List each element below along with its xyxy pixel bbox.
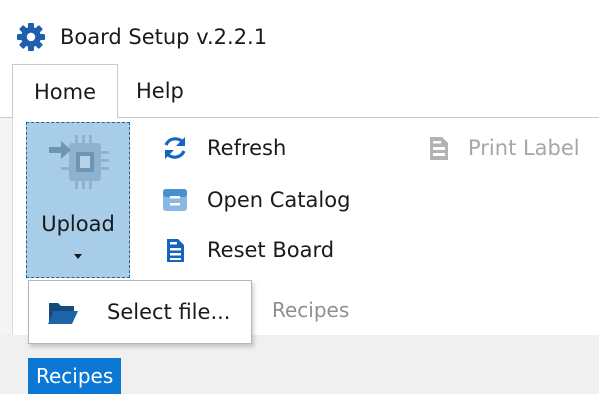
window-title: Board Setup v.2.2.1 [60,25,268,49]
select-file-label: Select file... [107,300,231,324]
print-label-label: Print Label [468,136,580,160]
reset-board-button[interactable]: Reset Board [161,232,361,268]
title-bar: Board Setup v.2.2.1 [0,0,599,68]
app-window: Board Setup v.2.2.1 Home Help Upload Ref… [0,0,599,394]
print-label-icon [430,137,448,160]
reset-board-label: Reset Board [207,238,335,262]
upload-button[interactable]: Upload [26,122,130,278]
tab-help[interactable]: Help [136,64,206,118]
open-catalog-button[interactable]: Open Catalog [161,182,391,218]
tab-home[interactable]: Home [12,64,118,118]
ribbon-group-label: Recipes [272,298,350,322]
chevron-down-icon[interactable] [72,251,84,263]
catalog-icon [163,189,187,211]
refresh-button[interactable]: Refresh [161,130,311,166]
select-file-menu-item[interactable]: Select file... [33,287,247,337]
chip-upload-icon [49,135,109,189]
open-catalog-label: Open Catalog [207,188,351,212]
gear-icon [17,23,45,51]
upload-dropdown-menu: Select file... [28,280,252,344]
refresh-icon [164,137,186,159]
reset-document-icon [167,239,184,262]
recipes-tab[interactable]: Recipes [28,358,122,394]
upload-label: Upload [41,212,115,236]
print-label-button[interactable]: Print Label [425,130,599,166]
folder-open-icon [48,303,78,324]
refresh-label: Refresh [207,136,287,160]
